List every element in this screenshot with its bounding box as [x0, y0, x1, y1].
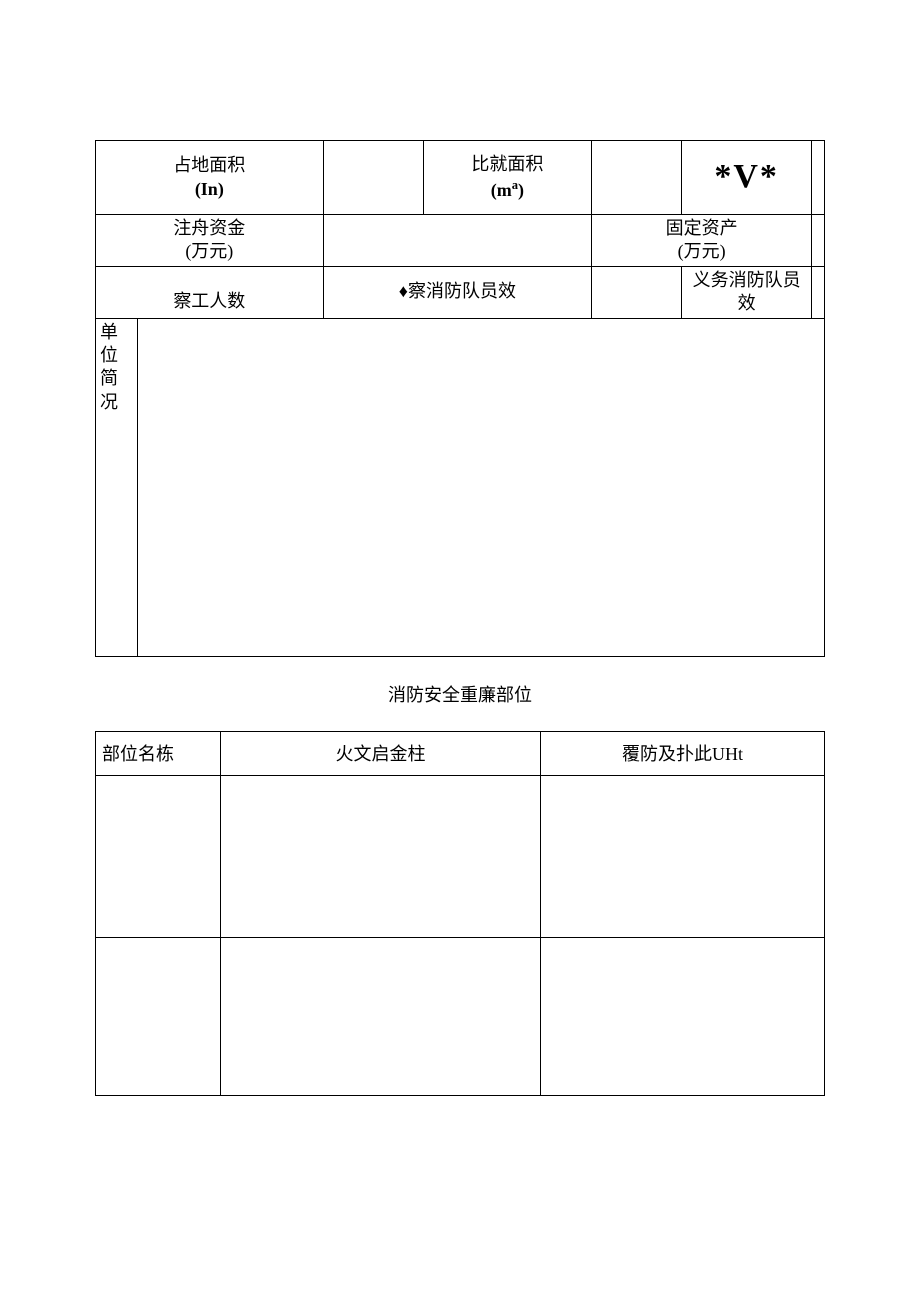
cell-r1c3: [541, 775, 825, 937]
row-data-2: [96, 937, 825, 1095]
cell-v-label: *V*: [682, 141, 812, 215]
build-area-unit: (ma): [491, 180, 524, 200]
cell-land-area-label: 占地面积 (In): [96, 141, 324, 215]
row-header: 部位名栋 火文启金柱 覆防及扑此UHt: [96, 731, 825, 775]
cell-summary-label: 单 位 简 况: [96, 318, 138, 656]
cell-v-value: [812, 141, 825, 215]
land-area-line2: (In): [195, 179, 224, 199]
cell-fire-team-label: ♦察消防队员效: [323, 266, 592, 318]
row-area: 占地面积 (In) 比就面积 (ma) *V*: [96, 141, 825, 215]
header-pos-name: 部位名栋: [96, 731, 221, 775]
cell-build-area-label: 比就面积 (ma): [423, 141, 592, 215]
cell-volunteer-value: [812, 266, 825, 318]
cell-r2c1: [96, 937, 221, 1095]
summary-char-1: 单: [100, 322, 118, 342]
table-fire-safety: 部位名栋 火文启金柱 覆防及扑此UHt: [95, 731, 825, 1096]
cell-fixed-asset-value: [812, 215, 825, 267]
reg-capital-line2: (万元): [185, 241, 233, 261]
cell-workers-label: 察工人数: [96, 266, 324, 318]
build-area-line1: 比就面积: [471, 154, 543, 174]
row-capital: 注舟资金 (万元) 固定资产 (万元): [96, 215, 825, 267]
cell-land-area-value: [323, 141, 423, 215]
summary-char-3: 简: [100, 368, 118, 388]
cell-fixed-asset-label: 固定资产 (万元): [592, 215, 812, 267]
cell-build-area-value: [592, 141, 682, 215]
header-prevention: 覆防及扑此UHt: [541, 731, 825, 775]
cell-r1c2: [221, 775, 541, 937]
row-data-1: [96, 775, 825, 937]
cell-r1c1: [96, 775, 221, 937]
fixed-asset-line1: 固定资产: [666, 218, 738, 238]
cell-r2c3: [541, 937, 825, 1095]
cell-reg-capital-value: [323, 215, 592, 267]
cell-reg-capital-label: 注舟资金 (万元): [96, 215, 324, 267]
summary-char-2: 位: [100, 345, 118, 365]
table-unit-info: 占地面积 (In) 比就面积 (ma) *V* 注舟资金 (万元) 固定资产 (…: [95, 140, 825, 657]
summary-char-4: 况: [100, 392, 118, 412]
cell-fire-team-value: [592, 266, 682, 318]
reg-capital-line1: 注舟资金: [173, 218, 245, 238]
fixed-asset-line2: (万元): [678, 241, 726, 261]
cell-summary-content: [138, 318, 825, 656]
row-workers: 察工人数 ♦察消防队员效 义务消防队员效: [96, 266, 825, 318]
cell-r2c2: [221, 937, 541, 1095]
cell-volunteer-label: 义务消防队员效: [682, 266, 812, 318]
land-area-line1: 占地面积: [173, 155, 245, 175]
header-fire-risk: 火文启金柱: [221, 731, 541, 775]
row-summary: 单 位 简 况: [96, 318, 825, 656]
section-title: 消防安全重廉部位: [95, 681, 825, 707]
